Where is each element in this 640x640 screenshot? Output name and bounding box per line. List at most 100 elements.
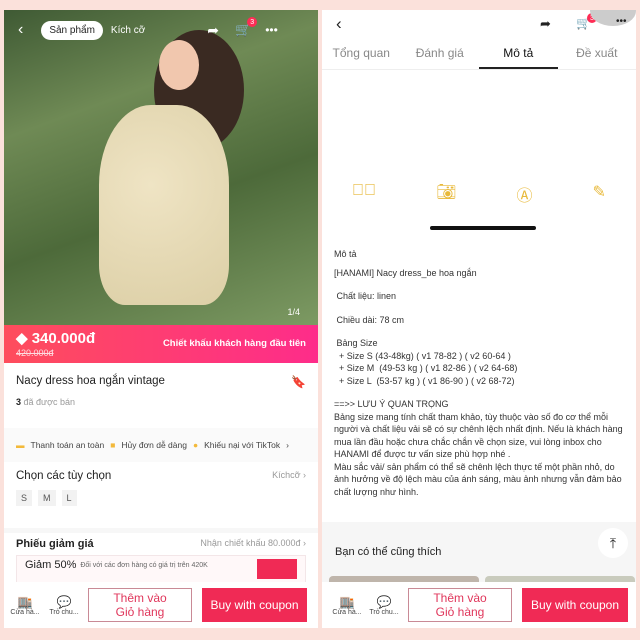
- model-dress: [99, 105, 229, 305]
- description-heading: Mô tả: [334, 249, 357, 259]
- product-image[interactable]: 1/4: [4, 10, 318, 325]
- tab-reviews[interactable]: Đánh giá: [401, 44, 480, 69]
- bookmark-icon[interactable]: 🔖: [291, 375, 306, 389]
- shop-label: Cửa hà...: [10, 608, 40, 616]
- original-price: 420.000đ: [16, 348, 54, 358]
- coupon-link-label: Nhận chiết khấu 80.000đ: [200, 538, 301, 548]
- shop-button[interactable]: 🏬 Cửa hà...: [10, 595, 40, 616]
- add-cart-label: Giỏ hàng: [435, 605, 485, 619]
- add-cart-label: Thêm vào: [113, 591, 167, 605]
- cart-icon[interactable]: 🛒3: [235, 17, 258, 38]
- product-info: Nacy dress hoa ngắn vintage 🔖 3 đã được …: [4, 372, 318, 428]
- coupon-card: Giảm 50% Đối với các đơn hàng có giá trị…: [16, 555, 306, 583]
- model-face: [159, 40, 199, 90]
- options-title: Chọn các tùy chọn: [16, 470, 112, 482]
- bottom-action-bar: 🏬 Cửa hà... 💬 Trò chu... Thêm vào Giỏ hàng …: [4, 582, 318, 628]
- promo-label: Chiết khấu khách hàng đầu tiên: [162, 338, 306, 349]
- current-price-value: 340.000đ: [31, 330, 96, 347]
- chat-button[interactable]: 💬 Trò chu...: [46, 595, 82, 616]
- coupon-discount: Giảm 50%: [25, 559, 77, 571]
- size-option-m[interactable]: M: [38, 490, 56, 506]
- coupon-link[interactable]: Nhận chiết khấu 80.000đ ›: [200, 538, 306, 550]
- more-icon[interactable]: •••: [616, 16, 627, 27]
- description-text: Mô tả [HANAMI] Nacy dress_be hoa ngắn Ch…: [334, 248, 629, 498]
- description-panel: ‹ ➦ 🛒3 ••• Tổng quan Đánh giá Mô tả Đề x…: [322, 10, 636, 628]
- buy-with-coupon-button[interactable]: Buy with coupon: [522, 588, 628, 622]
- tag-icon: ◆: [16, 330, 28, 347]
- buy-with-coupon-button[interactable]: Buy with coupon: [202, 588, 307, 622]
- coupon-title: Phiếu giảm giá: [16, 538, 94, 550]
- markup-toolbar: ✓⃝ 📷︎ Ⓐ ✎: [322, 182, 636, 206]
- product-title: Nacy dress hoa ngắn vintage: [16, 375, 165, 387]
- back-icon[interactable]: ‹: [336, 14, 342, 34]
- tab-suggestions[interactable]: Đề xuất: [558, 44, 637, 69]
- bottom-action-bar: 🏬 Cửa hà... 💬 Trò chu... Thêm vào Giỏ hàng …: [322, 582, 636, 628]
- pen-circle-icon[interactable]: Ⓐ: [516, 182, 532, 206]
- cart-badge: 3: [247, 17, 258, 27]
- home-indicator: [430, 226, 536, 230]
- guarantee-item: Khiếu nại với TikTok: [204, 440, 281, 450]
- add-to-cart-button[interactable]: Thêm vào Giỏ hàng: [408, 588, 512, 622]
- size-option-l[interactable]: L: [61, 490, 77, 506]
- note-paragraph: Màu sắc vải/ sản phẩm có thể sẽ chênh lệ…: [334, 461, 622, 497]
- chevron-right-icon: ›: [286, 440, 289, 450]
- store-icon: 🏬: [17, 594, 33, 609]
- check-badge-icon: ●: [192, 440, 199, 450]
- description-line: Chất liệu: linen: [334, 291, 397, 301]
- sold-label: đã được bán: [23, 397, 75, 407]
- top-nav: ‹ Sản phẩm Kích cỡ ➦ 🛒 3 •••: [4, 17, 318, 42]
- tab-bar: Tổng quan Đánh giá Mô tả Đề xuất: [322, 44, 636, 70]
- chat-label: Trò chu...: [369, 608, 399, 616]
- guarantee-item: Thanh toán an toàn: [30, 440, 105, 450]
- claim-coupon-button[interactable]: [257, 559, 297, 579]
- chat-button[interactable]: 💬 Trò chu...: [366, 595, 402, 616]
- add-cart-label: Thêm vào: [433, 591, 487, 605]
- coupon-section: Phiếu giảm giá Nhận chiết khấu 80.000đ ›…: [4, 528, 318, 584]
- back-icon[interactable]: ‹: [18, 21, 23, 39]
- edit-icon[interactable]: ✎: [593, 182, 606, 206]
- add-cart-label: Giỏ hàng: [115, 605, 165, 619]
- options-link-label: Kíchcỡ: [272, 470, 301, 480]
- guarantee-item: Hủy đơn dễ dàng: [121, 440, 187, 450]
- shop-label: Cửa hà...: [332, 608, 362, 616]
- chat-icon: 💬: [56, 594, 72, 609]
- guarantees-row[interactable]: ▬ Thanh toán an toàn ■ Hủy đơn dễ dàng ● Kh…: [4, 428, 318, 462]
- note-title: ==>> LƯU Ý QUAN TRỌNG: [334, 399, 449, 409]
- box-icon: ■: [110, 440, 116, 450]
- chat-label: Trò chu...: [49, 608, 79, 616]
- sold-count: 3: [16, 397, 22, 407]
- chat-icon: 💬: [376, 594, 392, 609]
- tab-description[interactable]: Mô tả: [479, 44, 558, 69]
- overlay-circle: [590, 10, 636, 26]
- share-icon[interactable]: ➦: [540, 16, 551, 32]
- shop-button[interactable]: 🏬 Cửa hà...: [332, 595, 362, 616]
- options-link[interactable]: Kíchcỡ ›: [272, 470, 306, 482]
- tab-product[interactable]: Sản phẩm: [41, 20, 103, 40]
- card-icon: ▬: [16, 440, 25, 450]
- tab-size[interactable]: Kích cỡ: [111, 25, 145, 36]
- checkmark-circle-icon[interactable]: ✓⃝: [352, 182, 376, 206]
- scroll-top-icon[interactable]: ⤒: [598, 528, 628, 558]
- size-row: + Size M (49-53 kg ) ( v1 82-86 ) ( v2 6…: [334, 363, 518, 373]
- recommend-title: Bạn có thể cũng thích: [335, 546, 442, 558]
- recommend-section: Bạn có thể cũng thích ⤒: [322, 522, 636, 586]
- product-panel: 1/4 ‹ Sản phẩm Kích cỡ ➦ 🛒 3 ••• ◆ 340.00…: [4, 10, 318, 628]
- price-banner: ◆ 340.000đ 420.000đ Chiết khấu khách hàn…: [4, 325, 318, 363]
- size-row: + Size L (53-57 kg ) ( v1 86-90 ) ( v2 6…: [334, 375, 515, 386]
- size-option-s[interactable]: S: [16, 490, 33, 506]
- camera-icon[interactable]: 📷︎: [436, 182, 456, 206]
- share-icon[interactable]: ➦: [207, 22, 219, 39]
- image-counter: 1/4: [287, 307, 300, 317]
- more-icon[interactable]: •••: [265, 23, 278, 37]
- cart-icon[interactable]: 🛒3: [576, 13, 597, 30]
- add-to-cart-button[interactable]: Thêm vào Giỏ hàng: [88, 588, 192, 622]
- tab-overview[interactable]: Tổng quan: [322, 44, 401, 69]
- store-icon: 🏬: [339, 594, 355, 609]
- description-line: Chiều dài: 78 cm: [334, 314, 405, 325]
- size-table-title: Bảng Size: [334, 338, 378, 348]
- current-price: ◆ 340.000đ: [16, 329, 95, 347]
- description-line: [HANAMI] Nacy dress_be hoa ngắn: [334, 267, 477, 278]
- size-row: + Size S (43-48kg) ( v1 78-82 ) ( v2 60-…: [334, 350, 511, 361]
- options-section: Chọn các tùy chọn Kíchcỡ › S M L: [4, 468, 318, 530]
- coupon-condition: Đối với các đơn hàng có giá trị trên 420…: [80, 562, 208, 569]
